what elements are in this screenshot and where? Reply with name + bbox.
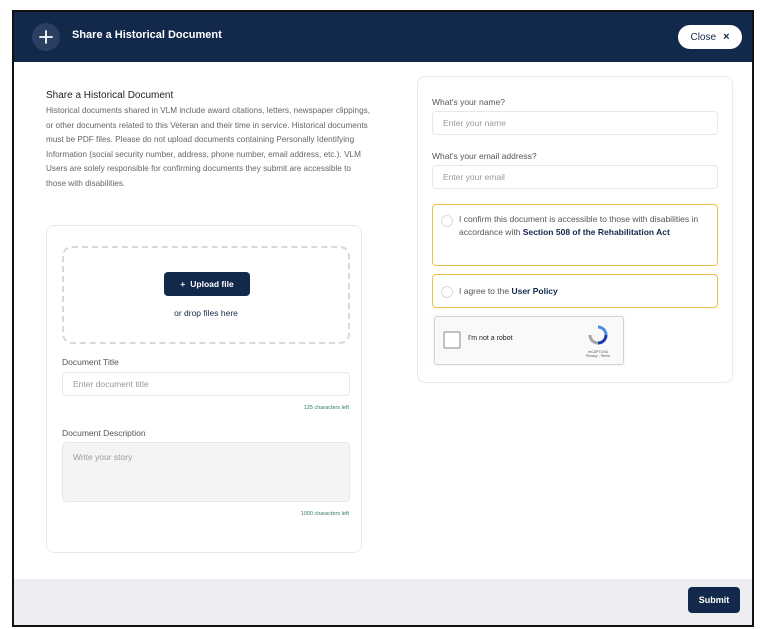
plus-icon: + — [180, 279, 186, 289]
accessibility-confirmation[interactable]: I confirm this document is accessible to… — [432, 204, 718, 266]
plus-icon — [32, 23, 60, 51]
modal-body: Share a Historical Document Historical d… — [14, 62, 752, 579]
recaptcha-checkbox[interactable] — [443, 331, 461, 349]
policy-checkbox[interactable] — [441, 286, 453, 298]
recaptcha-privacy-terms[interactable]: Privacy - Terms — [582, 354, 614, 358]
email-input[interactable] — [432, 165, 718, 189]
contact-form-card: What's your name? What's your email addr… — [417, 76, 733, 383]
accessibility-checkbox[interactable] — [441, 215, 453, 227]
document-description-label: Document Description — [62, 428, 146, 438]
name-label: What's your name? — [432, 97, 505, 107]
section-508-link[interactable]: Section 508 of the Rehabilitation Act — [523, 227, 670, 237]
document-title-label: Document Title — [62, 357, 119, 367]
upload-button-label: Upload file — [190, 279, 234, 289]
email-label: What's your email address? — [432, 151, 537, 161]
policy-text: I agree to the User Policy — [459, 285, 558, 298]
document-title-counter: 125 characters left — [303, 405, 349, 411]
drop-files-text: or drop files here — [174, 308, 238, 318]
recaptcha-logo: reCAPTCHA Privacy - Terms — [582, 325, 614, 358]
policy-text-body: I agree to the — [459, 286, 512, 296]
modal-footer: Submit — [14, 579, 752, 625]
close-button[interactable]: Close × — [678, 25, 742, 49]
modal-title: Share a Historical Document — [72, 29, 222, 41]
document-title-input[interactable] — [62, 372, 350, 396]
document-description-counter: 1000 characters left — [300, 511, 349, 517]
close-label: Close — [690, 31, 717, 43]
intro-description: Historical documents shared in VLM inclu… — [46, 106, 371, 188]
document-form-card: + Upload file or drop files here Documen… — [46, 225, 362, 553]
document-description-textarea[interactable] — [62, 442, 350, 502]
modal-window: Share a Historical Document Close × Shar… — [12, 10, 754, 627]
recaptcha-label: I'm not a robot — [468, 335, 513, 342]
policy-agreement[interactable]: I agree to the User Policy — [432, 274, 718, 308]
file-dropzone[interactable]: + Upload file or drop files here — [62, 246, 350, 344]
recaptcha-icon — [588, 325, 608, 345]
name-input[interactable] — [432, 111, 718, 135]
recaptcha-widget: I'm not a robot reCAPTCHA Privacy - Term… — [434, 316, 624, 365]
intro-section: Share a Historical Document Historical d… — [46, 90, 371, 191]
user-policy-link[interactable]: User Policy — [511, 286, 557, 296]
accessibility-text: I confirm this document is accessible to… — [459, 213, 709, 239]
intro-heading: Share a Historical Document — [46, 90, 174, 101]
submit-button[interactable]: Submit — [688, 587, 740, 613]
modal-header: Share a Historical Document Close × — [14, 12, 752, 62]
upload-file-button[interactable]: + Upload file — [164, 272, 250, 296]
close-icon: × — [723, 31, 730, 43]
